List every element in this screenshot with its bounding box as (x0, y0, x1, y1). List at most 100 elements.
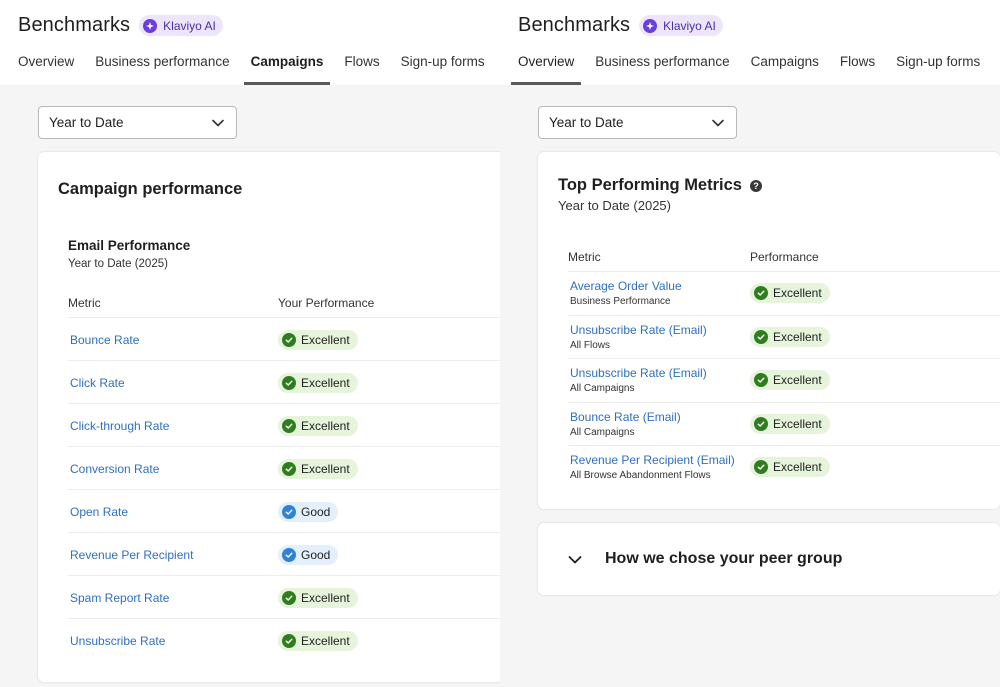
check-circle-icon (282, 634, 296, 648)
page-title: Benchmarks (518, 14, 631, 36)
check-circle-icon (754, 286, 768, 300)
klaviyo-ai-badge[interactable]: Klaviyo AI (639, 15, 723, 36)
ai-badge-label: Klaviyo AI (663, 18, 716, 33)
metric-link-bounce-rate-email[interactable]: Bounce Rate (Email) (570, 410, 681, 424)
metric-link-spam-report-rate[interactable]: Spam Report Rate (70, 591, 169, 605)
tab-bar: Overview Business performance Campaigns … (510, 54, 1000, 85)
tab-business-performance[interactable]: Business performance (95, 54, 229, 85)
status-label: Excellent (301, 419, 350, 433)
status-label: Excellent (773, 373, 822, 387)
column-header-performance: Your Performance (278, 296, 375, 310)
metric-link-unsubscribe-rate-email[interactable]: Unsubscribe Rate (Email) (570, 323, 707, 337)
table-row: Bounce Rate Excellent (68, 317, 500, 360)
top-performing-metrics-card: Top Performing Metrics ? Year to Date (2… (538, 152, 1000, 509)
chevron-down-icon (712, 119, 724, 127)
table-row: Click Rate Excellent (68, 360, 500, 403)
status-label: Excellent (301, 462, 350, 476)
question-circle-icon[interactable]: ? (749, 179, 762, 192)
check-circle-icon (282, 419, 296, 433)
check-circle-icon (282, 591, 296, 605)
section-title: Email Performance (68, 238, 191, 253)
metric-source: Business Performance (570, 296, 671, 307)
top-bar: Benchmarks Klaviyo AI Overview Business … (500, 0, 1000, 85)
status-badge: Excellent (278, 588, 358, 608)
check-circle-icon (282, 505, 296, 519)
tab-sign-up-forms[interactable]: Sign-up forms (896, 54, 980, 85)
header: Benchmarks Klaviyo AI (518, 14, 723, 37)
table-row: Click-through Rate Excellent (68, 403, 500, 446)
metrics-table: Bounce Rate Excellent Click Rate Excellent C… (68, 317, 500, 661)
check-circle-icon (282, 376, 296, 390)
table-row: Spam Report Rate Excellent (68, 575, 500, 618)
table-row: Unsubscribe Rate (Email) All Flows Excelle… (568, 314, 1000, 359)
status-label: Good (301, 548, 331, 562)
sparkle-icon (143, 18, 158, 33)
card-title: Top Performing Metrics (558, 176, 742, 194)
status-label: Excellent (773, 416, 822, 431)
metric-link-open-rate[interactable]: Open Rate (70, 505, 128, 519)
klaviyo-ai-badge[interactable]: Klaviyo AI (139, 15, 223, 36)
tab-business-performance[interactable]: Business performance (595, 54, 729, 85)
top-metrics-table: Average Order Value Business Performance E… (568, 271, 1000, 489)
check-circle-icon (754, 373, 768, 387)
sparkle-icon (643, 18, 658, 33)
overview-panel: Benchmarks Klaviyo AI Overview Business … (500, 0, 1000, 687)
table-row: Unsubscribe Rate (Email) All Campaigns Exc… (568, 358, 1000, 402)
tab-flows[interactable]: Flows (344, 54, 379, 85)
card-title: Campaign performance (58, 180, 243, 198)
metric-link-unsubscribe-rate[interactable]: Unsubscribe Rate (70, 634, 165, 648)
status-badge: Good (278, 545, 339, 565)
table-row: Bounce Rate (Email) All Campaigns Excellen… (568, 401, 1000, 446)
table-row: Open Rate Good (68, 489, 500, 532)
metric-link-conversion-rate[interactable]: Conversion Rate (70, 462, 159, 476)
status-badge-wrap: Excellent (750, 370, 830, 390)
metric-link-revenue-per-recipient[interactable]: Revenue Per Recipient (70, 548, 193, 562)
tab-overview[interactable]: Overview (510, 54, 582, 85)
status-badge-wrap: Excellent (750, 326, 830, 347)
campaigns-panel: Benchmarks Klaviyo AI Overview Business … (0, 0, 500, 687)
column-header-metric: Metric (568, 250, 601, 264)
metric-link-click-rate[interactable]: Click Rate (70, 376, 125, 390)
status-label: Excellent (773, 460, 822, 474)
status-label: Excellent (301, 333, 350, 347)
status-badge: Excellent (750, 283, 830, 303)
status-badge-wrap: Excellent (750, 283, 830, 303)
metric-source: All Campaigns (570, 426, 635, 438)
metric-link-unsubscribe-rate-email[interactable]: Unsubscribe Rate (Email) (570, 366, 707, 380)
status-badge: Excellent (750, 413, 830, 434)
status-badge: Good (278, 502, 339, 522)
metric-link-click-through-rate[interactable]: Click-through Rate (70, 419, 169, 433)
table-row: Revenue Per Recipient Good (68, 532, 500, 575)
header: Benchmarks Klaviyo AI (18, 14, 223, 37)
status-badge: Excellent (750, 326, 830, 347)
check-circle-icon (282, 462, 296, 476)
tab-campaigns[interactable]: Campaigns (751, 54, 819, 85)
status-badge: Excellent (750, 370, 830, 390)
column-header-performance: Performance (750, 250, 819, 264)
status-badge-wrap: Excellent (750, 457, 830, 477)
check-circle-icon (754, 460, 768, 474)
status-label: Excellent (773, 286, 822, 300)
date-range-select[interactable]: Year to Date (538, 106, 737, 139)
status-label: Excellent (301, 634, 350, 648)
tab-sign-up-forms[interactable]: Sign-up forms (401, 54, 485, 85)
date-range-value: Year to Date (49, 115, 124, 130)
metric-link-revenue-per-recipient-email[interactable]: Revenue Per Recipient (Email) (570, 453, 735, 467)
status-badge: Excellent (278, 459, 358, 479)
status-label: Excellent (301, 591, 350, 605)
table-row: Revenue Per Recipient (Email) All Browse … (568, 445, 1000, 489)
date-range-select[interactable]: Year to Date (38, 106, 237, 139)
table-row: Unsubscribe Rate Excellent (68, 618, 500, 661)
table-row: Average Order Value Business Performance E… (568, 271, 1000, 315)
tab-flows[interactable]: Flows (840, 54, 875, 85)
metric-link-bounce-rate[interactable]: Bounce Rate (70, 333, 139, 347)
metric-link-average-order-value[interactable]: Average Order Value (570, 279, 682, 293)
check-circle-icon (754, 329, 768, 344)
status-label: Good (301, 505, 331, 519)
status-label: Excellent (773, 329, 822, 344)
status-badge: Excellent (278, 631, 358, 651)
peer-group-accordion[interactable]: How we chose your peer group (538, 523, 1000, 595)
status-label: Excellent (301, 376, 350, 390)
tab-overview[interactable]: Overview (18, 54, 74, 85)
tab-campaigns[interactable]: Campaigns (243, 54, 331, 85)
